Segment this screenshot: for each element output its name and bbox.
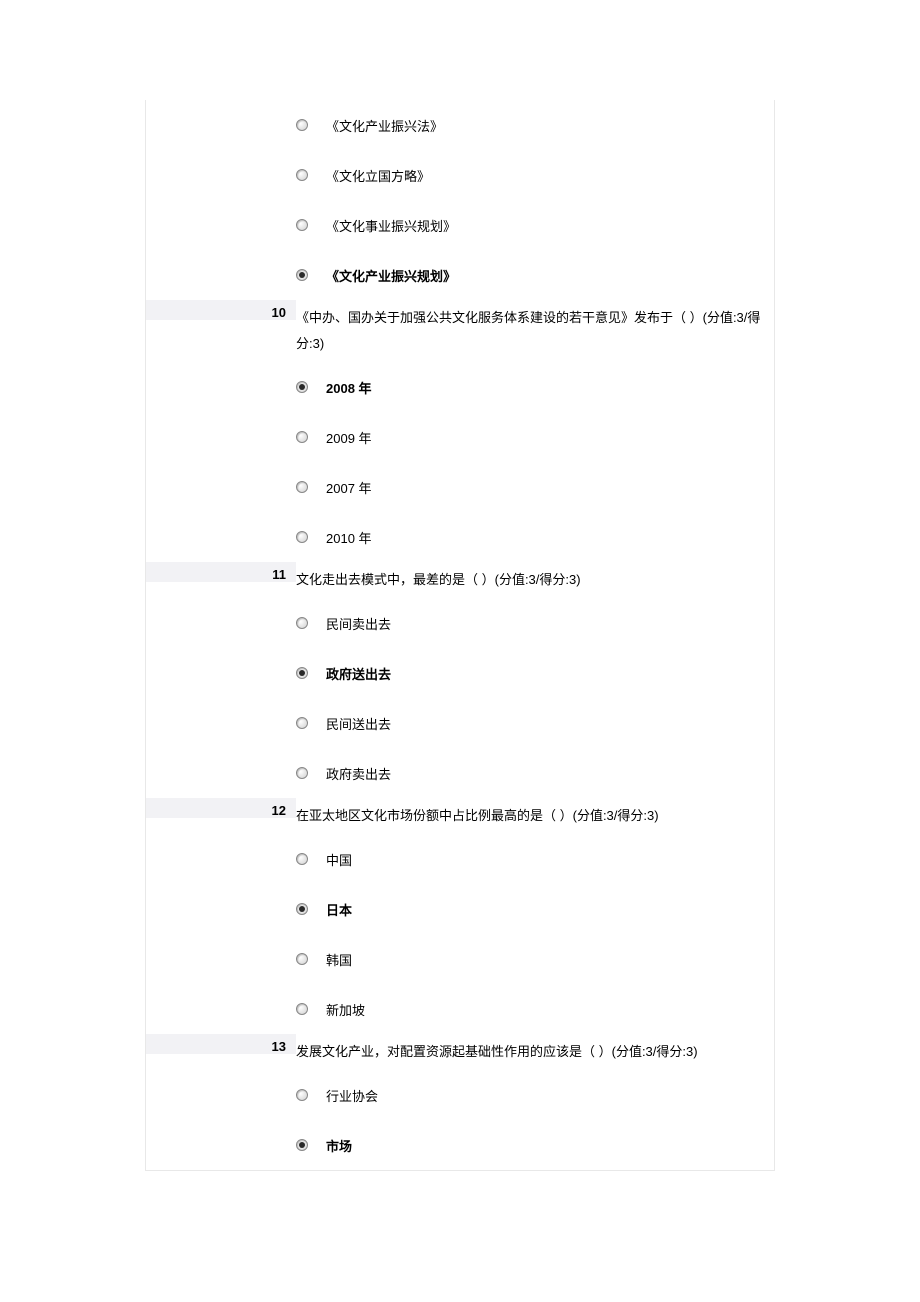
radio-button[interactable] — [296, 381, 308, 393]
radio-button[interactable] — [296, 169, 308, 181]
radio-button[interactable] — [296, 531, 308, 543]
question-block: 12在亚太地区文化市场份额中占比例最高的是（ ）(分值:3/得分:3)中国日本韩… — [146, 798, 774, 1034]
radio-wrap — [296, 531, 326, 543]
options-list: 民间卖出去政府送出去民间送出去政府卖出去 — [296, 598, 766, 798]
option-label: 《文化产业振兴规划》 — [326, 266, 456, 285]
questions-root: 10《中办、国办关于加强公共文化服务体系建设的若干意见》发布于（ ）(分值:3/… — [146, 300, 774, 1170]
radio-button[interactable] — [296, 717, 308, 729]
radio-wrap — [296, 219, 326, 231]
radio-wrap — [296, 1089, 326, 1101]
radio-wrap — [296, 903, 326, 915]
orphan-options-block: 《文化产业振兴法》《文化立国方略》《文化事业振兴规划》《文化产业振兴规划》 — [146, 100, 774, 300]
radio-button[interactable] — [296, 481, 308, 493]
option-label: 2009 年 — [326, 428, 372, 447]
orphan-option-row: 《文化立国方略》 — [296, 150, 766, 200]
question-content: 文化走出去模式中，最差的是（ ）(分值:3/得分:3)民间卖出去政府送出去民间送… — [296, 562, 774, 798]
orphan-option-row: 《文化产业振兴法》 — [296, 100, 766, 150]
option-label: 新加坡 — [326, 1000, 365, 1019]
radio-button[interactable] — [296, 903, 308, 915]
q-option-row: 韩国 — [296, 934, 766, 984]
q-option-row: 政府送出去 — [296, 648, 766, 698]
radio-button[interactable] — [296, 1003, 308, 1015]
radio-wrap — [296, 431, 326, 443]
radio-wrap — [296, 717, 326, 729]
option-label: 政府卖出去 — [326, 764, 391, 783]
radio-button[interactable] — [296, 431, 308, 443]
question-text: 文化走出去模式中，最差的是（ ）(分值:3/得分:3) — [296, 562, 766, 598]
option-label: 市场 — [326, 1136, 352, 1155]
radio-button[interactable] — [296, 853, 308, 865]
option-label: 中国 — [326, 850, 352, 869]
option-label: 日本 — [326, 900, 352, 919]
radio-button[interactable] — [296, 119, 308, 131]
q-option-row: 行业协会 — [296, 1070, 766, 1120]
options-list: 2008 年 2009 年 2007 年 2010 年 — [296, 362, 766, 562]
question-content: 发展文化产业，对配置资源起基础性作用的应该是（ ）(分值:3/得分:3)行业协会… — [296, 1034, 774, 1170]
q-option-row: 民间卖出去 — [296, 598, 766, 648]
orphan-option-row: 《文化产业振兴规划》 — [296, 250, 766, 300]
radio-wrap — [296, 1139, 326, 1151]
question-number: 11 — [146, 562, 296, 582]
question-number: 12 — [146, 798, 296, 818]
question-text: 在亚太地区文化市场份额中占比例最高的是（ ）(分值:3/得分:3) — [296, 798, 766, 834]
q-option-row: 日本 — [296, 884, 766, 934]
question-content: 在亚太地区文化市场份额中占比例最高的是（ ）(分值:3/得分:3)中国日本韩国新… — [296, 798, 774, 1034]
question-number: 10 — [146, 300, 296, 320]
radio-wrap — [296, 853, 326, 865]
radio-wrap — [296, 1003, 326, 1015]
radio-wrap — [296, 169, 326, 181]
q-option-row: 市场 — [296, 1120, 766, 1170]
q-option-row: 中国 — [296, 834, 766, 884]
option-label: 政府送出去 — [326, 664, 391, 683]
radio-button[interactable] — [296, 269, 308, 281]
radio-wrap — [296, 767, 326, 779]
radio-wrap — [296, 953, 326, 965]
q-option-row: 民间送出去 — [296, 698, 766, 748]
orphan-options-list: 《文化产业振兴法》《文化立国方略》《文化事业振兴规划》《文化产业振兴规划》 — [296, 100, 766, 300]
radio-button[interactable] — [296, 1139, 308, 1151]
radio-button[interactable] — [296, 767, 308, 779]
question-content: 《中办、国办关于加强公共文化服务体系建设的若干意见》发布于（ ）(分值:3/得分… — [296, 300, 774, 562]
q-option-row: 新加坡 — [296, 984, 766, 1034]
orphan-options-content: 《文化产业振兴法》《文化立国方略》《文化事业振兴规划》《文化产业振兴规划》 — [296, 100, 774, 300]
options-list: 行业协会市场 — [296, 1070, 766, 1170]
radio-button[interactable] — [296, 1089, 308, 1101]
q-option-row: 2009 年 — [296, 412, 766, 462]
option-label: 2007 年 — [326, 478, 372, 497]
orphan-option-row: 《文化事业振兴规划》 — [296, 200, 766, 250]
option-label: 民间卖出去 — [326, 614, 391, 633]
question-text: 《中办、国办关于加强公共文化服务体系建设的若干意见》发布于（ ）(分值:3/得分… — [296, 300, 766, 362]
option-label: 《文化产业振兴法》 — [326, 116, 443, 135]
radio-button[interactable] — [296, 219, 308, 231]
radio-wrap — [296, 617, 326, 629]
question-block: 11文化走出去模式中，最差的是（ ）(分值:3/得分:3)民间卖出去政府送出去民… — [146, 562, 774, 798]
radio-wrap — [296, 269, 326, 281]
q-option-row: 2008 年 — [296, 362, 766, 412]
q-option-row: 2007 年 — [296, 462, 766, 512]
option-label: 《文化立国方略》 — [326, 166, 430, 185]
radio-button[interactable] — [296, 953, 308, 965]
q-option-row: 政府卖出去 — [296, 748, 766, 798]
question-block: 13发展文化产业，对配置资源起基础性作用的应该是（ ）(分值:3/得分:3)行业… — [146, 1034, 774, 1170]
options-list: 中国日本韩国新加坡 — [296, 834, 766, 1034]
spacer — [146, 100, 296, 300]
question-text: 发展文化产业，对配置资源起基础性作用的应该是（ ）(分值:3/得分:3) — [296, 1034, 766, 1070]
radio-wrap — [296, 381, 326, 393]
option-label: 韩国 — [326, 950, 352, 969]
option-label: 行业协会 — [326, 1086, 378, 1105]
option-label: 2010 年 — [326, 528, 372, 547]
radio-button[interactable] — [296, 617, 308, 629]
option-label: 民间送出去 — [326, 714, 391, 733]
quiz-container: 《文化产业振兴法》《文化立国方略》《文化事业振兴规划》《文化产业振兴规划》 10… — [145, 100, 775, 1171]
radio-wrap — [296, 119, 326, 131]
q-option-row: 2010 年 — [296, 512, 766, 562]
question-block: 10《中办、国办关于加强公共文化服务体系建设的若干意见》发布于（ ）(分值:3/… — [146, 300, 774, 562]
option-label: 2008 年 — [326, 378, 372, 397]
radio-button[interactable] — [296, 667, 308, 679]
option-label: 《文化事业振兴规划》 — [326, 216, 456, 235]
radio-wrap — [296, 667, 326, 679]
radio-wrap — [296, 481, 326, 493]
question-number: 13 — [146, 1034, 296, 1054]
